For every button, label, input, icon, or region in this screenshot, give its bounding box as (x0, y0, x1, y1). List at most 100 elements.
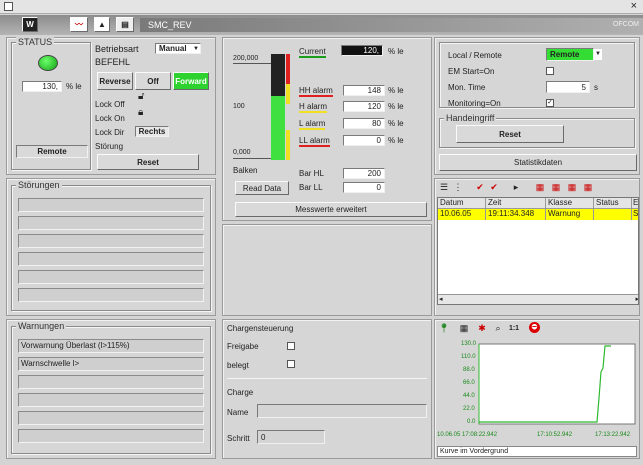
warnung-row (18, 429, 204, 443)
scroll-left-icon[interactable]: ◂ (439, 295, 443, 303)
betriebsart-select[interactable]: Manual ▼ (155, 43, 201, 54)
chevron-down-icon: ▼ (594, 49, 602, 60)
trend-toolbar: 📍︎ ▦ ✱ ⌕ 1:1 ⛔︎ (437, 322, 637, 336)
warnungen-title: Warnungen (16, 321, 67, 331)
handeingriff-group: Handeingriff Reset (439, 113, 635, 148)
current-unit: % le (388, 47, 404, 56)
hh-alarm-label: HH alarm (299, 86, 333, 97)
statistik-button[interactable]: Statistikdaten (439, 154, 637, 171)
horizontal-scrollbar[interactable]: ◂ ▸ (438, 294, 638, 304)
up-button[interactable]: ▲ (94, 17, 110, 32)
status-panel: STATUS 130, % le Remote Betriebsart Manu… (6, 37, 216, 175)
stoerung-row (18, 288, 204, 302)
h-alarm-field[interactable]: 120 (343, 101, 385, 112)
bar-ll-field[interactable]: 0 (343, 182, 385, 193)
charge-label: Charge (227, 388, 254, 397)
faceplate-icon-button[interactable]: ▤ (116, 17, 134, 32)
level-bar-fill (271, 96, 285, 160)
cell-klasse: Warnung (546, 209, 594, 220)
ack-all-icon[interactable]: ✔ (487, 181, 501, 193)
chevron-down-icon: ▼ (193, 45, 199, 52)
ll-alarm-field[interactable]: 0 (343, 135, 385, 146)
stoerungen-title: Störungen (16, 180, 62, 190)
freigabe-label: Freigabe (227, 342, 259, 351)
stop-icon[interactable]: ⛔︎ (529, 322, 540, 333)
close-icon[interactable]: × (631, 0, 637, 12)
h-alarm-unit: % le (388, 102, 404, 111)
status-title: STATUS (16, 37, 55, 47)
table-header: Datum Zeit Klasse Status E (438, 198, 638, 209)
trend-panel: 📍︎ ▦ ✱ ⌕ 1:1 ⛔︎ 130.0 110.0 88.0 66.0 44… (434, 319, 640, 459)
l-alarm-unit: % le (388, 119, 404, 128)
sort-icon[interactable]: ▦ (533, 181, 547, 193)
local-remote-value: Remote (550, 50, 580, 59)
cell-e: S (633, 209, 639, 218)
em-start-checkbox[interactable] (546, 67, 554, 75)
status-led-icon (38, 55, 58, 71)
col-klasse[interactable]: Klasse (546, 198, 594, 208)
messwerte-button[interactable]: Messwerte erweitert (235, 202, 427, 217)
balken-label: Balken (233, 166, 258, 175)
scroll-right-icon[interactable]: ▸ (635, 295, 638, 303)
cell-datum: 10.06.05 (438, 209, 486, 220)
filter-icon[interactable]: ⋮ (451, 181, 465, 193)
handeingriff-reset-button[interactable]: Reset (456, 125, 564, 143)
col-zeit[interactable]: Zeit (486, 198, 546, 208)
status-group: STATUS 130, % le Remote (11, 37, 91, 170)
name-field[interactable] (257, 404, 427, 418)
col-status[interactable]: Status (594, 198, 632, 208)
ack-icon[interactable]: ✔ (473, 181, 487, 193)
hh-alarm-unit: % le (388, 86, 404, 95)
sort4-icon[interactable]: ▦ (581, 181, 595, 193)
current-value-field: 120, (341, 45, 383, 56)
stoerung-label: Störung (95, 142, 124, 151)
ratio-button[interactable]: 1:1 (507, 322, 521, 334)
pin-icon[interactable]: 📍︎ (437, 322, 451, 334)
hh-alarm-field[interactable]: 148 (343, 85, 385, 96)
cell-status (594, 209, 632, 220)
bar-hl-field[interactable]: 200 (343, 168, 385, 179)
read-data-button[interactable]: Read Data (235, 181, 289, 195)
tab-w-button[interactable]: W (22, 17, 38, 32)
reset-button[interactable]: Reset (97, 154, 199, 170)
belegt-checkbox[interactable] (287, 360, 295, 368)
lock-dir-value: Rechts (135, 126, 169, 137)
handeingriff-title: Handeingriff (444, 113, 497, 123)
brand-label: OFCOM (612, 21, 639, 28)
name-label: Name (227, 408, 249, 417)
mon-time-unit: s (594, 83, 598, 92)
freigabe-checkbox[interactable] (287, 342, 295, 350)
sort2-icon[interactable]: ▦ (549, 181, 563, 193)
stoerung-row (18, 198, 204, 212)
config-icon[interactable]: ✱ (475, 322, 489, 334)
off-button[interactable]: Off (135, 72, 171, 90)
y-tick: 88.0 (463, 367, 475, 373)
schritt-field[interactable]: 0 (257, 430, 325, 444)
reverse-button[interactable]: Reverse (97, 72, 133, 90)
lock-on-label: Lock On (95, 114, 125, 123)
table-icon[interactable]: ▦ (457, 322, 471, 334)
col-e[interactable]: E (632, 198, 638, 208)
l-alarm-field[interactable]: 80 (343, 118, 385, 129)
forward-button[interactable]: Forward (173, 72, 209, 90)
charge-panel: Chargensteuerung Freigabe belegt Charge … (222, 319, 432, 459)
col-datum[interactable]: Datum (438, 198, 486, 208)
sort3-icon[interactable]: ▦ (565, 181, 579, 193)
play-icon[interactable]: ▸ (509, 181, 523, 193)
warnung-text: Vorwarnung Überlast (l>115%) (21, 341, 130, 350)
warnungen-group: Warnungen Vorwarnung Überlast (l>115%) W… (11, 321, 211, 454)
monitoring-checkbox[interactable]: ✓ (546, 99, 554, 107)
list-icon[interactable]: ☰ (437, 181, 451, 193)
scale-min: 0,000 (233, 149, 251, 156)
zoom-icon[interactable]: ⌕ (491, 322, 505, 334)
mon-time-field[interactable]: 5 (546, 81, 590, 93)
monitoring-label: Monitoring=On (448, 99, 501, 108)
tag-name-label: SMC_REV (148, 20, 192, 30)
scale-line (233, 158, 273, 159)
table-row[interactable]: 10.06.05 19:11:34.348 Warnung S (438, 209, 639, 220)
warnung-text: Warnschwelle l> (21, 359, 80, 368)
lock-off-label: Lock Off (95, 100, 125, 109)
local-remote-select[interactable]: Remote ▼ (546, 48, 602, 61)
trend-icon-button[interactable]: 〰 (70, 17, 88, 32)
x-tick: 17:10:52.942 (537, 432, 573, 438)
